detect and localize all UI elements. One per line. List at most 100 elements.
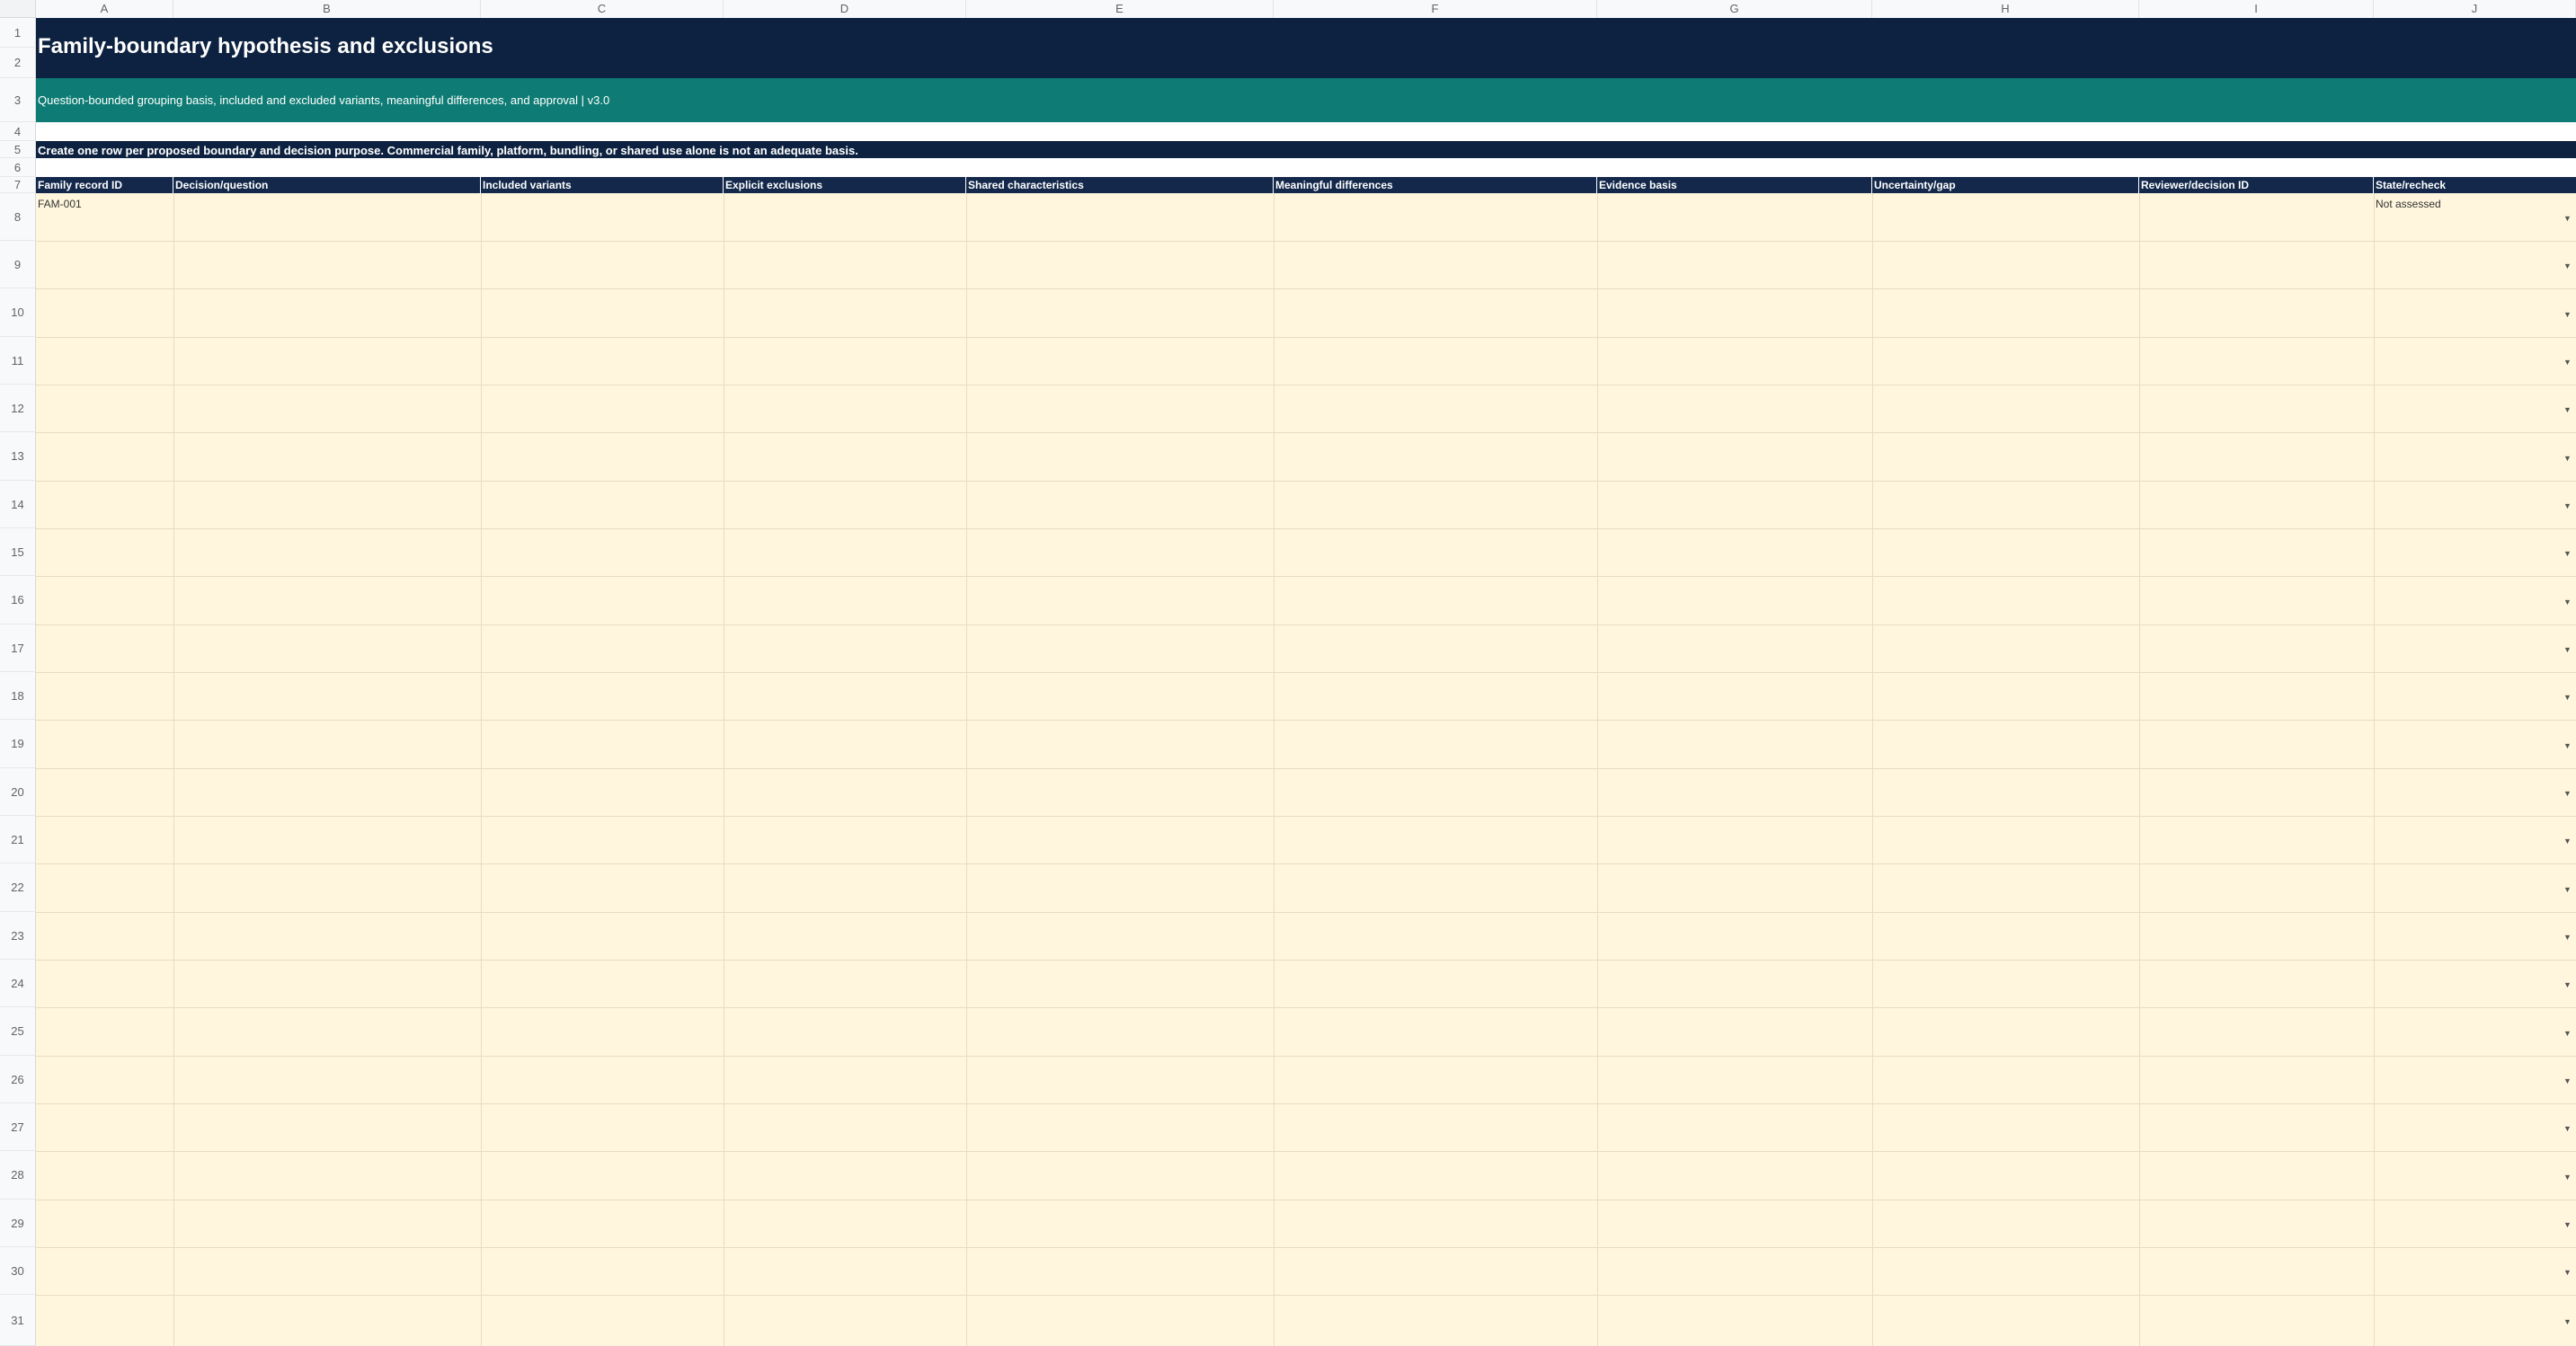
chevron-down-icon[interactable]: ▼	[2563, 837, 2572, 846]
row-header-2[interactable]: 2	[0, 48, 36, 78]
row-header-18[interactable]: 18	[0, 672, 36, 720]
chevron-down-icon[interactable]: ▼	[2563, 1317, 2572, 1326]
data-entry-area[interactable]	[36, 193, 2576, 1346]
row-header-8[interactable]: 8	[0, 193, 36, 241]
row-header-12[interactable]: 12	[0, 385, 36, 432]
family-record-id-cell[interactable]: FAM-001	[38, 198, 82, 210]
column-header-j[interactable]: J	[2374, 0, 2576, 18]
gridline	[36, 337, 2576, 338]
row-header-21[interactable]: 21	[0, 816, 36, 863]
column-header-f[interactable]: F	[1274, 0, 1597, 18]
gridline	[966, 193, 967, 1346]
row-header-25[interactable]: 25	[0, 1007, 36, 1056]
chevron-down-icon[interactable]: ▼	[2563, 501, 2572, 510]
gridline	[2139, 193, 2140, 1346]
chevron-down-icon[interactable]: ▼	[2563, 1029, 2572, 1038]
select-all-corner[interactable]	[0, 0, 36, 18]
row-header-7[interactable]: 7	[0, 177, 36, 193]
gridline	[36, 912, 2576, 913]
gridline	[36, 576, 2576, 577]
header-reviewer-decision-id[interactable]: Reviewer/decision ID	[2139, 177, 2374, 193]
column-header-b[interactable]: B	[173, 0, 481, 18]
column-header-g[interactable]: G	[1597, 0, 1872, 18]
header-family-record-id[interactable]: Family record ID	[36, 177, 173, 193]
row-header-5[interactable]: 5	[0, 141, 36, 158]
chevron-down-icon[interactable]: ▼	[2563, 405, 2572, 414]
sheet-title[interactable]: Family-boundary hypothesis and exclusion…	[38, 34, 493, 59]
row-header-3[interactable]: 3	[0, 78, 36, 122]
column-header-a[interactable]: A	[36, 0, 173, 18]
chevron-down-icon[interactable]: ▼	[2563, 980, 2572, 989]
header-shared-characteristics[interactable]: Shared characteristics	[966, 177, 1274, 193]
row-header-15[interactable]: 15	[0, 528, 36, 576]
row-header-23[interactable]: 23	[0, 912, 36, 960]
row-header-30[interactable]: 30	[0, 1247, 36, 1295]
row-header-24[interactable]: 24	[0, 960, 36, 1007]
chevron-down-icon[interactable]: ▼	[2563, 1220, 2572, 1229]
chevron-down-icon[interactable]: ▼	[2563, 261, 2572, 270]
gridline	[36, 672, 2576, 673]
row-header-1[interactable]: 1	[0, 18, 36, 48]
chevron-down-icon[interactable]: ▼	[2563, 1173, 2572, 1182]
row-header-6[interactable]: 6	[0, 158, 36, 177]
gridline	[36, 1056, 2576, 1057]
sheet-subtitle[interactable]: Question-bounded grouping basis, include…	[38, 93, 609, 107]
column-header-e[interactable]: E	[966, 0, 1274, 18]
row-header-26[interactable]: 26	[0, 1056, 36, 1103]
chevron-down-icon[interactable]: ▼	[2563, 933, 2572, 942]
gridline	[36, 1103, 2576, 1104]
row-header-13[interactable]: 13	[0, 432, 36, 481]
row-header-16[interactable]: 16	[0, 576, 36, 624]
gridline	[36, 528, 2576, 529]
chevron-down-icon[interactable]: ▼	[2563, 1076, 2572, 1085]
row-header-22[interactable]: 22	[0, 863, 36, 912]
gridline	[36, 1007, 2576, 1008]
chevron-down-icon[interactable]: ▼	[2563, 789, 2572, 798]
gridline	[1872, 193, 1873, 1346]
chevron-down-icon[interactable]: ▼	[2563, 693, 2572, 702]
header-uncertainty-gap[interactable]: Uncertainty/gap	[1872, 177, 2139, 193]
chevron-down-icon[interactable]: ▼	[2563, 358, 2572, 367]
chevron-down-icon[interactable]: ▼	[2563, 1124, 2572, 1133]
chevron-down-icon[interactable]: ▼	[2563, 454, 2572, 463]
chevron-down-icon[interactable]: ▼	[2563, 598, 2572, 607]
row-header-28[interactable]: 28	[0, 1151, 36, 1200]
column-header-h[interactable]: H	[1872, 0, 2139, 18]
header-evidence-basis[interactable]: Evidence basis	[1597, 177, 1872, 193]
chevron-down-icon[interactable]: ▼	[2563, 214, 2572, 223]
chevron-down-icon[interactable]: ▼	[2563, 645, 2572, 654]
gridline	[36, 624, 2576, 625]
row-header-29[interactable]: 29	[0, 1200, 36, 1247]
gridline	[36, 1295, 2576, 1296]
chevron-down-icon[interactable]: ▼	[2563, 1268, 2572, 1277]
header-explicit-exclusions[interactable]: Explicit exclusions	[724, 177, 966, 193]
chevron-down-icon[interactable]: ▼	[2563, 741, 2572, 750]
row-header-20[interactable]: 20	[0, 768, 36, 816]
row-header-14[interactable]: 14	[0, 481, 36, 528]
row-header-17[interactable]: 17	[0, 624, 36, 672]
header-included-variants[interactable]: Included variants	[481, 177, 724, 193]
row-header-4[interactable]: 4	[0, 122, 36, 141]
gridline	[36, 816, 2576, 817]
gridline	[36, 1247, 2576, 1248]
column-header-c[interactable]: C	[481, 0, 724, 18]
row-header-11[interactable]: 11	[0, 337, 36, 385]
chevron-down-icon[interactable]: ▼	[2563, 310, 2572, 319]
row-header-9[interactable]: 9	[0, 241, 36, 288]
row-header-31[interactable]: 31	[0, 1295, 36, 1346]
column-header-d[interactable]: D	[724, 0, 966, 18]
header-meaningful-differences[interactable]: Meaningful differences	[1274, 177, 1597, 193]
gridline	[36, 960, 2576, 961]
header-state-recheck[interactable]: State/recheck	[2374, 177, 2576, 193]
gridline	[481, 193, 482, 1346]
instruction-note[interactable]: Create one row per proposed boundary and…	[38, 144, 858, 157]
row-header-27[interactable]: 27	[0, 1103, 36, 1151]
state-recheck-cell[interactable]: Not assessed	[2376, 198, 2441, 210]
row-header-10[interactable]: 10	[0, 288, 36, 337]
header-decision-question[interactable]: Decision/question	[173, 177, 481, 193]
row-header-19[interactable]: 19	[0, 720, 36, 768]
column-header-i[interactable]: I	[2139, 0, 2374, 18]
chevron-down-icon[interactable]: ▼	[2563, 549, 2572, 558]
gridline	[36, 720, 2576, 721]
chevron-down-icon[interactable]: ▼	[2563, 885, 2572, 894]
